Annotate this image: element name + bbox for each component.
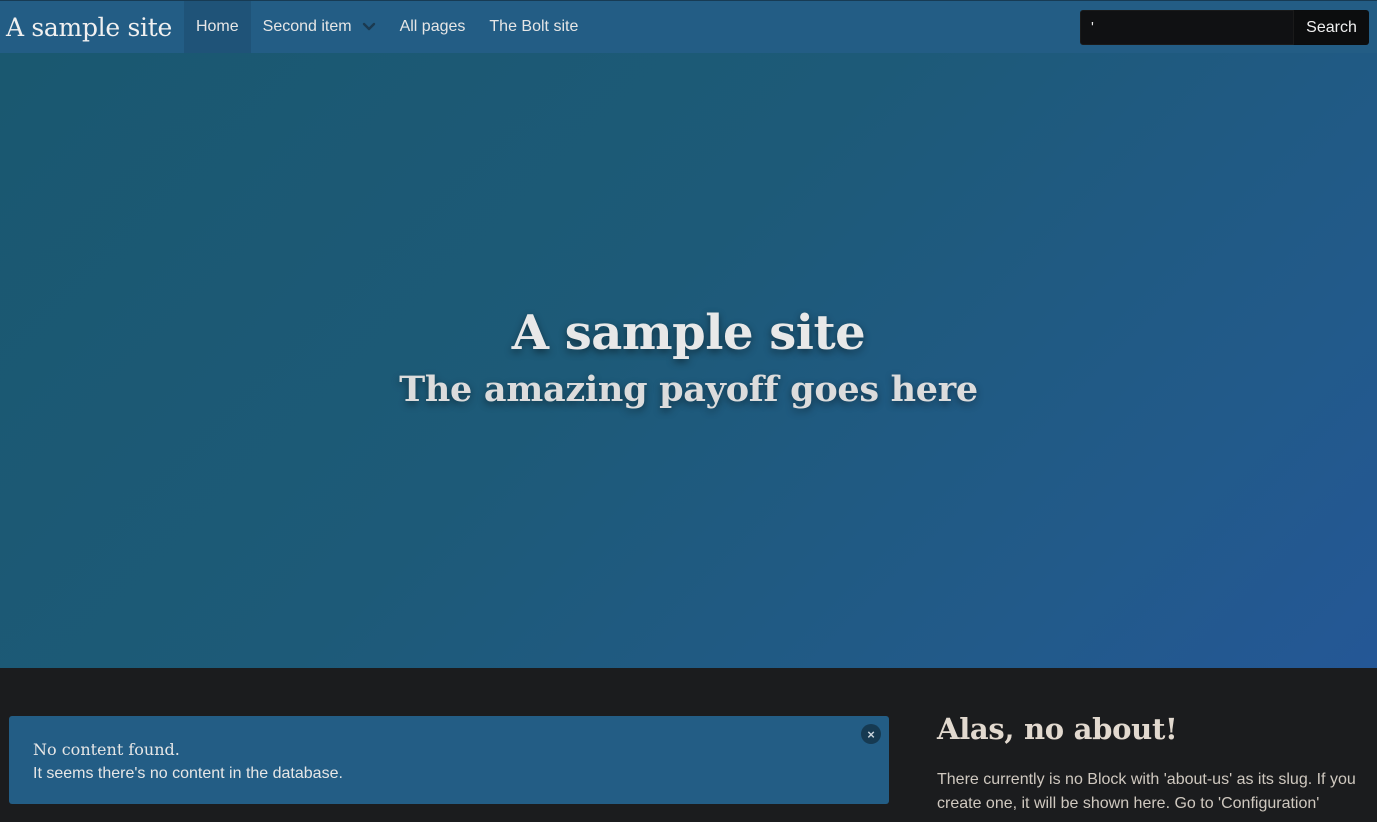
chevron-down-icon (362, 20, 376, 34)
site-brand-link[interactable]: A sample site (0, 1, 184, 53)
nav-item-all-pages-label: All pages (399, 18, 466, 35)
close-icon[interactable]: × (861, 724, 881, 744)
top-navbar: A sample site Home Second item All pages… (0, 0, 1377, 53)
search-form: Search (1080, 10, 1369, 45)
about-heading: Alas, no about! (937, 712, 1178, 746)
alert-title: No content found. (33, 740, 180, 759)
nav-item-home[interactable]: Home (183, 1, 251, 53)
no-content-alert: No content found. It seems there's no co… (9, 716, 889, 804)
about-sidebar: Alas, no about! There currently is no Bl… (937, 712, 1357, 816)
search-button[interactable]: Search (1294, 10, 1369, 45)
nav-item-home-label: Home (195, 18, 239, 35)
hero-title: A sample site (511, 305, 866, 361)
hero-banner: A sample site The amazing payoff goes he… (0, 53, 1377, 668)
nav-item-all-pages[interactable]: All pages (388, 1, 478, 53)
nav-item-bolt-site[interactable]: The Bolt site (477, 1, 590, 53)
about-text: There currently is no Block with 'about-… (937, 771, 1356, 812)
alert-message: It seems there's no content in the datab… (33, 765, 343, 782)
nav-item-second-item[interactable]: Second item (251, 1, 388, 53)
nav-item-bolt-site-label: The Bolt site (489, 18, 579, 35)
search-input[interactable] (1080, 10, 1294, 45)
nav-item-second-item-label: Second item (262, 18, 352, 35)
hero-subtitle: The amazing payoff goes here (399, 369, 978, 410)
